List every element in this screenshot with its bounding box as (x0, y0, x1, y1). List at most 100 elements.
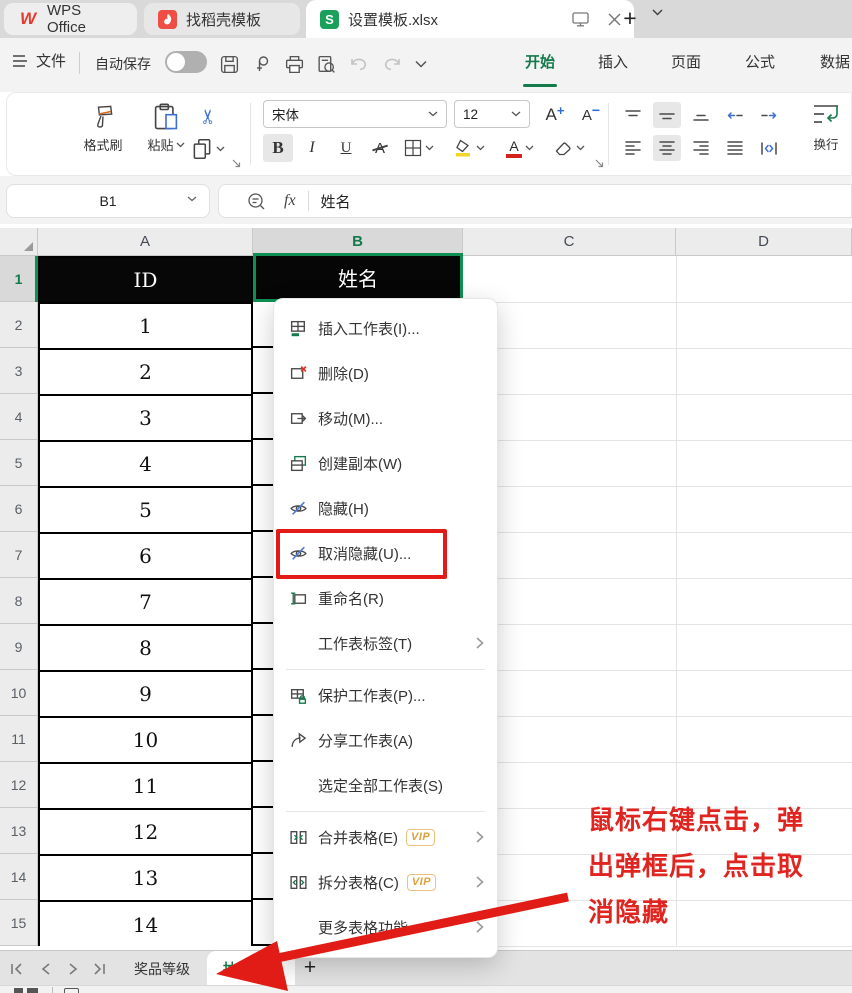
column-header-A[interactable]: A (38, 228, 253, 256)
copy-button[interactable] (191, 134, 237, 164)
next-sheet-button[interactable] (64, 960, 82, 978)
justify-icon[interactable] (721, 135, 749, 161)
last-sheet-button[interactable] (90, 960, 108, 978)
row-header-6[interactable]: 6 (0, 486, 38, 532)
add-sheet-button[interactable]: + (298, 956, 322, 980)
align-right-icon[interactable] (687, 135, 715, 161)
zoom-to-cell-icon[interactable] (247, 192, 266, 211)
align-center-icon[interactable] (653, 135, 681, 161)
cell-a5[interactable]: 4 (40, 442, 251, 488)
row-header-12[interactable]: 12 (0, 762, 38, 808)
menu-item-5[interactable]: 取消隐藏(U)... (274, 531, 497, 576)
cell-a10[interactable]: 9 (40, 672, 251, 718)
column-header-C[interactable]: C (463, 228, 676, 256)
font-name-select[interactable]: 宋体 (263, 100, 447, 128)
row-header-2[interactable]: 2 (0, 302, 38, 348)
cell-a13[interactable]: 12 (40, 810, 251, 856)
align-bottom-icon[interactable] (687, 102, 715, 128)
window-tab-docer[interactable]: 找稻壳模板 (144, 3, 300, 35)
menu-item-15[interactable]: 更多表格功能 (274, 905, 497, 950)
selected-cell-b1[interactable]: 姓名 (253, 253, 463, 302)
cell-a8[interactable]: 7 (40, 580, 251, 626)
borders-button[interactable] (399, 134, 439, 162)
ribbon-tab-2[interactable]: 页面 (664, 51, 708, 72)
file-menu-button[interactable]: 文件 (12, 50, 66, 71)
menu-item-0[interactable]: 插入工作表(I)... (274, 306, 497, 351)
menu-item-4[interactable]: 隐藏(H) (274, 486, 497, 531)
prev-sheet-button[interactable] (36, 960, 54, 978)
menu-item-13[interactable]: 合并表格(E)VIP (274, 815, 497, 860)
sheet-tab-prizes[interactable]: 奖品等级 (112, 951, 212, 986)
print-preview-button[interactable] (313, 51, 339, 77)
menu-item-11[interactable]: 选定全部工作表(S) (274, 763, 497, 808)
qat-more-chevron-icon[interactable] (408, 51, 434, 77)
new-tab-button[interactable]: + (616, 4, 644, 32)
cell-a15[interactable]: 14 (40, 902, 251, 948)
save-button[interactable] (216, 51, 242, 77)
italic-button[interactable]: I (297, 134, 327, 162)
menu-item-3[interactable]: 创建副本(W) (274, 441, 497, 486)
ribbon-tab-1[interactable]: 插入 (591, 51, 635, 72)
cut-button[interactable]: ✂ (193, 102, 223, 130)
ribbon-tab-4[interactable]: 数据 (813, 51, 852, 72)
decrease-font-button[interactable]: A− (575, 101, 607, 129)
cell-a9[interactable]: 8 (40, 626, 251, 672)
cell-a11[interactable]: 10 (40, 718, 251, 764)
select-all-corner[interactable] (0, 228, 38, 256)
row-header-5[interactable]: 5 (0, 440, 38, 486)
ribbon-tab-3[interactable]: 公式 (738, 51, 782, 72)
row-header-4[interactable]: 4 (0, 394, 38, 440)
increase-indent-icon[interactable] (755, 102, 783, 128)
row-header-15[interactable]: 15 (0, 900, 38, 946)
clipboard-dialog-launcher-icon[interactable] (232, 159, 242, 169)
row-header-1[interactable]: 1 (0, 256, 38, 302)
window-tab-document[interactable]: S 设置模板.xlsx (306, 0, 634, 38)
cell-a6[interactable]: 5 (40, 488, 251, 534)
cell-a14[interactable]: 13 (40, 856, 251, 902)
autosave-toggle[interactable] (165, 51, 207, 73)
window-tab-home[interactable]: W WPS Office (4, 3, 137, 35)
row-header-10[interactable]: 10 (0, 670, 38, 716)
cell-a12[interactable]: 11 (40, 764, 251, 810)
column-header-D[interactable]: D (676, 228, 852, 256)
ribbon-tab-0[interactable]: 开始 (518, 51, 562, 72)
eraser-button[interactable] (547, 134, 591, 162)
bold-button[interactable]: B (263, 134, 293, 162)
font-color-button[interactable]: A (499, 134, 541, 162)
decrease-indent-icon[interactable] (721, 102, 749, 128)
format-painter-button[interactable]: 格式刷 (65, 102, 141, 154)
cell-a4[interactable]: 3 (40, 396, 251, 442)
cell-a3[interactable]: 2 (40, 350, 251, 396)
font-dialog-launcher-icon[interactable] (595, 159, 605, 169)
cell-a2[interactable]: 1 (40, 304, 251, 350)
underline-button[interactable]: U (331, 134, 361, 162)
cell-a1-id-header[interactable]: ID (40, 258, 251, 304)
row-header-11[interactable]: 11 (0, 716, 38, 762)
menu-item-10[interactable]: 分享工作表(A) (274, 718, 497, 763)
paste-button[interactable]: 粘贴 (137, 102, 195, 154)
menu-item-2[interactable]: 移动(M)... (274, 396, 497, 441)
undo-button[interactable] (346, 51, 372, 77)
font-size-select[interactable]: 12 (454, 100, 530, 128)
wrap-text-button[interactable]: 换行 (799, 100, 852, 168)
redo-button[interactable] (379, 51, 405, 77)
print-button[interactable] (281, 51, 307, 77)
menu-item-14[interactable]: 拆分表格(C)VIP (274, 860, 497, 905)
export-pdf-button[interactable] (249, 51, 275, 77)
column-header-B[interactable]: B (253, 228, 463, 256)
increase-font-button[interactable]: A+ (539, 101, 571, 129)
menu-item-7[interactable]: 工作表标签(T) (274, 621, 497, 666)
menu-item-9[interactable]: 保护工作表(P)... (274, 673, 497, 718)
fill-color-button[interactable] (447, 134, 491, 162)
name-box[interactable]: B1 (6, 184, 210, 218)
enter-workspace-icon[interactable] (570, 9, 590, 29)
tab-list-chevron-icon[interactable] (652, 9, 663, 16)
first-sheet-button[interactable] (8, 960, 26, 978)
row-header-9[interactable]: 9 (0, 624, 38, 670)
text-direction-icon[interactable] (755, 135, 783, 161)
row-header-13[interactable]: 13 (0, 808, 38, 854)
menu-item-1[interactable]: 删除(D) (274, 351, 497, 396)
align-middle-icon[interactable] (653, 102, 681, 128)
row-header-14[interactable]: 14 (0, 854, 38, 900)
menu-item-6[interactable]: 重命名(R) (274, 576, 497, 621)
